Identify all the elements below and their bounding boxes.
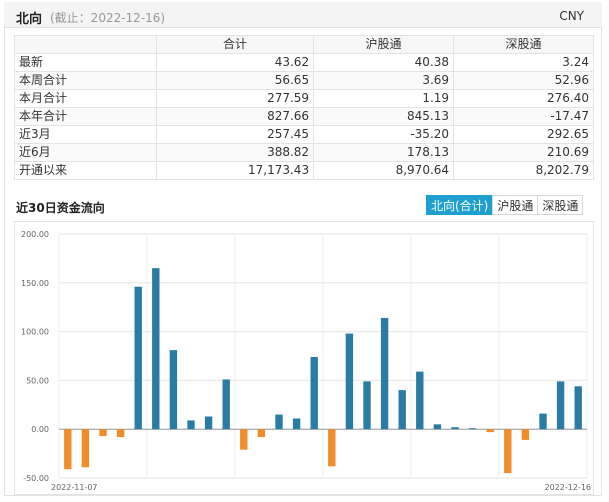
tab-sh-connect[interactable]: 沪股通 [492,195,539,215]
panel-header: 北向 (截止：2022-12-16) CNY [4,2,602,28]
header-cell-blank [14,35,157,54]
flow-section-title: 近30日资金流向 [16,201,105,215]
table-row: 开通以来 17,173.43 8,970.64 8,202.79 [14,161,594,180]
y-tick-label: 0.00 [31,425,49,434]
row-label: 本年合计 [14,107,157,126]
tab-north-total[interactable]: 北向(合计) [426,195,494,215]
row-label: 近3月 [14,125,157,144]
bar [521,429,530,440]
bar [222,379,230,430]
cell-sz: 276.40 [453,89,594,108]
flow-bar-chart: 200.00 150.00 100.00 50.00 0.00 -50.002022-11… [21,230,592,492]
cell-sh: 1.19 [313,89,455,108]
panel-title: 北向 [16,12,43,27]
bar [468,428,477,430]
bar [363,381,371,430]
tab-sz-connect[interactable]: 深股通 [537,195,584,215]
bar [152,268,160,430]
bar [81,429,90,468]
bar [380,317,389,430]
bar [204,416,213,430]
header-cell-total: 合计 [155,35,315,54]
header-cell-sh: 沪股通 [313,35,455,54]
bar [486,429,494,433]
bar [539,413,547,430]
as-of-date: (截止：2022-12-16) [50,11,166,25]
cell-sz: 210.69 [453,143,594,162]
bar [275,414,283,430]
y-tick-label: 200.00 [21,230,49,239]
bar [416,371,424,430]
bar [345,333,354,430]
table-row: 近6月 388.82 178.13 210.69 [14,143,594,162]
cell-total: 17,173.43 [155,161,315,180]
row-label: 近6月 [14,143,157,162]
table-row: 最新 43.62 40.38 3.24 [14,53,594,72]
row-label: 本周合计 [14,71,157,90]
x-tick-label-first: 2022-11-07 [51,483,98,492]
cell-sh: -35.20 [313,125,455,144]
cell-total: 827.66 [155,107,315,126]
flow-tabs: 北向(合计) 沪股通 深股通 [426,195,584,215]
bar [556,381,565,430]
bar [240,429,248,450]
bar [451,427,459,430]
bar [169,350,178,430]
bar [574,386,582,430]
cell-sz: 8,202.79 [453,161,594,180]
cell-sz: 292.65 [453,125,594,144]
cell-sh: 8,970.64 [313,161,455,180]
currency-label: CNY [559,9,584,23]
cell-sz: 52.96 [453,71,594,90]
bar [310,356,318,430]
bar [99,429,107,437]
y-tick-label: 50.00 [26,376,49,385]
bar [398,390,406,430]
cell-total: 43.62 [155,53,315,72]
flow-chart: 200.00 150.00 100.00 50.00 0.00 -50.00 2022-11… [14,221,594,495]
header-cell-sz: 深股通 [453,35,594,54]
cell-total: 388.82 [155,143,315,162]
row-label: 本月合计 [14,89,157,108]
y-tick-label: 150.00 [21,279,49,288]
cell-total: 56.65 [155,71,315,90]
cell-sz: -17.47 [453,107,594,126]
bar [328,429,336,467]
table-row: 本年合计 827.66 845.13 -17.47 [14,107,594,126]
cell-total: 257.45 [155,125,315,144]
y-tick-label: -50.00 [23,474,49,483]
cell-sh: 845.13 [313,107,455,126]
row-label: 开通以来 [14,161,157,180]
x-tick-label-last: 2022-12-16 [545,483,592,492]
bar [134,286,142,430]
bar [292,418,301,430]
bar [187,420,195,430]
cell-sz: 3.24 [453,53,594,72]
bar [257,429,266,438]
table-row: 近3月 257.45 -35.20 292.65 [14,125,594,144]
cell-sh: 40.38 [313,53,455,72]
row-label: 最新 [14,53,157,72]
bar [433,424,442,430]
table-row: 本月合计 277.59 1.19 276.40 [14,89,594,108]
table-header-row: 合计 沪股通 深股通 [14,35,594,54]
table-row: 本周合计 56.65 3.69 52.96 [14,71,594,90]
cell-total: 277.59 [155,89,315,108]
bar [504,429,512,474]
bar [64,429,72,470]
cell-sh: 3.69 [313,71,455,90]
summary-table: 合计 沪股通 深股通 最新 43.62 40.38 3.24 本周合计 56.6… [14,35,594,180]
cell-sh: 178.13 [313,143,455,162]
y-tick-label: 100.00 [21,328,49,337]
bar [116,429,125,438]
